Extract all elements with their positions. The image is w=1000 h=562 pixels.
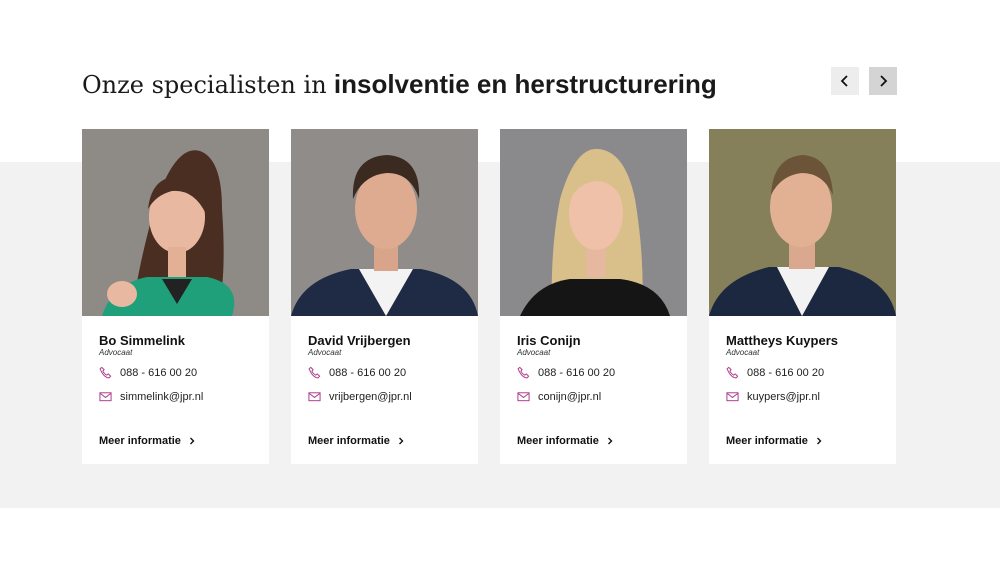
more-info-label: Meer informatie bbox=[517, 435, 599, 447]
chevron-right-icon bbox=[880, 75, 888, 87]
specialist-role: Advocaat bbox=[726, 348, 760, 357]
more-info-label: Meer informatie bbox=[308, 435, 390, 447]
carousel-next-button[interactable] bbox=[869, 67, 897, 95]
phone-icon bbox=[308, 366, 321, 379]
phone-icon bbox=[726, 366, 739, 379]
more-info-link[interactable]: Meer informatie bbox=[517, 435, 614, 447]
more-info-link[interactable]: Meer informatie bbox=[99, 435, 196, 447]
specialist-card[interactable]: David Vrijbergen Advocaat 088 - 616 00 2… bbox=[291, 129, 478, 464]
phone-row[interactable]: 088 - 616 00 20 bbox=[99, 366, 197, 379]
mail-icon bbox=[517, 392, 530, 402]
phone-number: 088 - 616 00 20 bbox=[120, 366, 198, 379]
specialist-name: David Vrijbergen bbox=[308, 333, 411, 348]
phone-number: 088 - 616 00 20 bbox=[538, 366, 616, 379]
email-row[interactable]: kuypers@jpr.nl bbox=[726, 390, 820, 403]
chevron-right-icon bbox=[816, 437, 822, 445]
phone-row[interactable]: 088 - 616 00 20 bbox=[726, 366, 824, 379]
section-title-light: Onze specialisten in bbox=[82, 71, 327, 99]
mail-icon bbox=[99, 392, 112, 402]
more-info-label: Meer informatie bbox=[726, 435, 808, 447]
email-row[interactable]: conijn@jpr.nl bbox=[517, 390, 601, 403]
chevron-right-icon bbox=[398, 437, 404, 445]
phone-icon bbox=[517, 366, 530, 379]
email-address: simmelink@jpr.nl bbox=[120, 390, 204, 403]
email-address: vrijbergen@jpr.nl bbox=[329, 390, 412, 403]
carousel-prev-button[interactable] bbox=[831, 67, 859, 95]
phone-number: 088 - 616 00 20 bbox=[747, 366, 825, 379]
mail-icon bbox=[726, 392, 739, 402]
chevron-right-icon bbox=[189, 437, 195, 445]
phone-number: 088 - 616 00 20 bbox=[329, 366, 407, 379]
more-info-link[interactable]: Meer informatie bbox=[726, 435, 823, 447]
specialist-name: Bo Simmelink bbox=[99, 333, 185, 348]
chevron-left-icon bbox=[840, 75, 848, 87]
specialist-photo bbox=[500, 129, 687, 316]
more-info-link[interactable]: Meer informatie bbox=[308, 435, 405, 447]
specialist-name: Iris Conijn bbox=[517, 333, 581, 348]
email-row[interactable]: simmelink@jpr.nl bbox=[99, 390, 203, 403]
email-address: conijn@jpr.nl bbox=[538, 390, 602, 403]
specialist-card[interactable]: Bo Simmelink Advocaat 088 - 616 00 20 si… bbox=[82, 129, 269, 464]
specialist-role: Advocaat bbox=[99, 348, 133, 357]
email-row[interactable]: vrijbergen@jpr.nl bbox=[308, 390, 412, 403]
phone-row[interactable]: 088 - 616 00 20 bbox=[308, 366, 406, 379]
specialist-role: Advocaat bbox=[308, 348, 342, 357]
specialist-photo bbox=[82, 129, 269, 316]
chevron-right-icon bbox=[607, 437, 613, 445]
more-info-label: Meer informatie bbox=[99, 435, 181, 447]
mail-icon bbox=[308, 392, 321, 402]
specialist-role: Advocaat bbox=[517, 348, 551, 357]
specialist-name: Mattheys Kuypers bbox=[726, 333, 838, 348]
phone-row[interactable]: 088 - 616 00 20 bbox=[517, 366, 615, 379]
email-address: kuypers@jpr.nl bbox=[747, 390, 820, 403]
phone-icon bbox=[99, 366, 112, 379]
section-title-bold: insolventie en herstructurering bbox=[333, 69, 717, 99]
specialist-photo bbox=[709, 129, 896, 316]
specialist-photo bbox=[291, 129, 478, 316]
specialist-card[interactable]: Iris Conijn Advocaat 088 - 616 00 20 con… bbox=[500, 129, 687, 464]
section-title: Onze specialisten in insolventie en hers… bbox=[82, 66, 717, 103]
specialist-card[interactable]: Mattheys Kuypers Advocaat 088 - 616 00 2… bbox=[709, 129, 896, 464]
